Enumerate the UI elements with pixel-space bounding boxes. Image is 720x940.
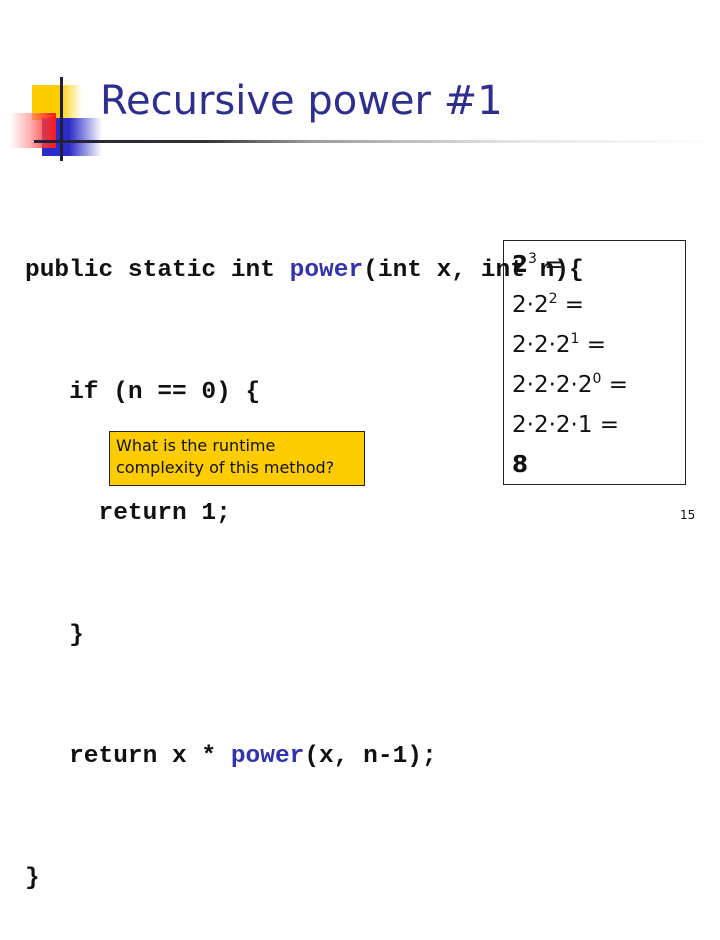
expansion-base: 2·2·2 <box>512 332 571 358</box>
expansion-line: 2·2·21 = <box>512 325 677 365</box>
code-text: public static int <box>25 257 290 284</box>
expansion-equals: = <box>579 332 607 358</box>
code-text: return x * <box>25 743 231 770</box>
code-text: } <box>25 621 84 649</box>
expansion-line: 2·2·2·20 = <box>512 365 677 405</box>
callout-line: What is the runtime <box>116 436 276 455</box>
code-block: public static int power(int x, int n){ i… <box>25 170 584 940</box>
code-text: (x, n-1); <box>304 743 437 770</box>
expansion-result: 8 <box>512 445 677 485</box>
expansion-equals: = <box>592 412 620 438</box>
page-number: 15 <box>680 508 696 522</box>
code-text: if (n == 0) { <box>25 378 261 406</box>
expansion-box: 23 = 2·22 = 2·2·21 = 2·2·2·20 = 2·2·2·1 … <box>503 240 686 485</box>
expansion-line: 23 = <box>512 245 677 285</box>
code-line: if (n == 0) { <box>25 373 584 414</box>
function-name: power <box>289 257 364 284</box>
expansion-equals: = <box>601 372 628 398</box>
function-name: power <box>230 743 305 770</box>
expansion-base: 2·2·2·1 <box>512 412 593 438</box>
callout-line: complexity of this method? <box>116 458 335 477</box>
expansion-equals: = <box>536 252 564 278</box>
expansion-exponent: 2 <box>548 291 558 307</box>
code-text: return 1; <box>25 500 231 527</box>
expansion-base: 2·2·2·2 <box>512 372 593 398</box>
code-line: public static int power(int x, int n){ <box>25 251 584 292</box>
expansion-exponent: 3 <box>528 251 537 267</box>
expansion-line: 2·2·2·1 = <box>512 405 677 445</box>
expansion-result-value: 8 <box>512 452 529 478</box>
code-line: return x * power(x, n-1); <box>25 737 584 778</box>
expansion-equals: = <box>557 292 585 318</box>
code-line: } <box>25 859 584 900</box>
slide-title: Recursive power #1 <box>100 78 503 124</box>
expansion-base: 2 <box>512 252 529 278</box>
code-line: } <box>25 616 584 657</box>
question-callout: What is the runtime complexity of this m… <box>109 431 365 486</box>
title-underline <box>34 140 720 143</box>
decor-vertical-line <box>60 77 63 161</box>
expansion-base: 2·2 <box>512 292 549 318</box>
code-line: return 1; <box>25 494 584 535</box>
code-text: } <box>25 864 40 892</box>
expansion-line: 2·22 = <box>512 285 677 325</box>
